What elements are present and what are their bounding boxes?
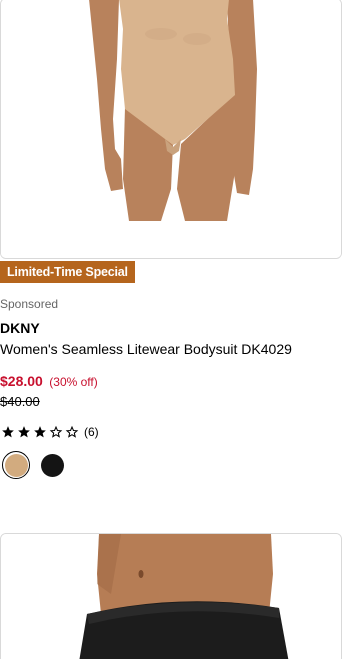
- price-row: $28.00 (30% off): [0, 373, 98, 391]
- sponsored-label: Sponsored: [0, 297, 59, 311]
- product-image-card[interactable]: [0, 533, 342, 659]
- star-empty-icon: [64, 424, 80, 440]
- original-price: $40.00: [0, 394, 40, 409]
- product-name[interactable]: Women's Seamless Litewear Bodysuit DK402…: [0, 341, 292, 357]
- swatch-nude: [4, 453, 28, 477]
- rating-stars[interactable]: (6): [0, 424, 99, 440]
- star-filled-icon: [16, 424, 32, 440]
- product-photo-bodysuit: [1, 0, 341, 258]
- color-swatches: [2, 451, 66, 479]
- sale-price: $28.00: [0, 373, 43, 389]
- product-image-card[interactable]: [0, 0, 342, 259]
- color-swatch[interactable]: [38, 451, 66, 479]
- star-empty-icon: [48, 424, 64, 440]
- product-brand[interactable]: DKNY: [0, 320, 40, 336]
- star-filled-icon: [32, 424, 48, 440]
- promo-badge: Limited-Time Special: [0, 261, 135, 283]
- product-photo-brief: [1, 534, 341, 659]
- product-list: Limited-Time Special Sponsored DKNY Wome…: [0, 0, 342, 659]
- star-filled-icon: [0, 424, 16, 440]
- discount-percent: (30% off): [49, 375, 98, 389]
- swatch-black: [40, 453, 64, 477]
- review-count[interactable]: (6): [84, 425, 99, 439]
- color-swatch-selected[interactable]: [2, 451, 30, 479]
